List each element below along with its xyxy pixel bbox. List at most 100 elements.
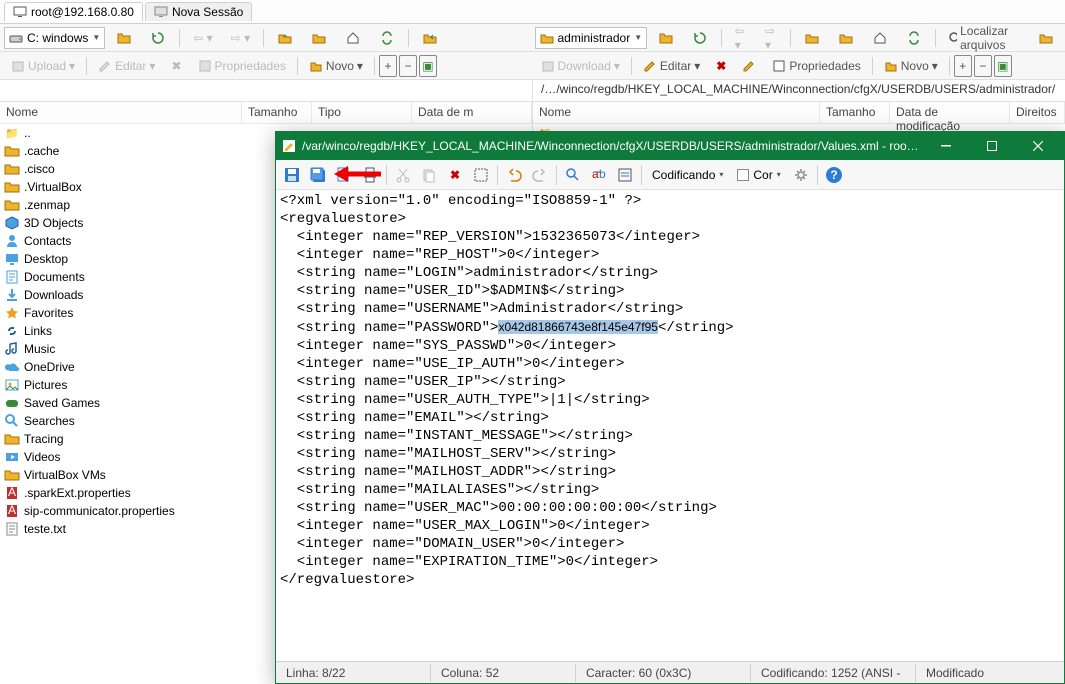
props-button-l[interactable]: Propriedades [191,55,293,77]
refresh-button[interactable] [143,27,173,49]
print-button[interactable] [358,163,382,187]
open-folder-button[interactable] [109,27,139,49]
reload-button[interactable] [332,163,356,187]
new-button-l[interactable]: Novo ▾ [302,55,370,77]
home-button-r[interactable] [865,27,895,49]
new-button-r[interactable]: Novo ▾ [877,55,945,77]
sync-button[interactable] [372,27,402,49]
gear-icon[interactable] [789,163,813,187]
session-tab-active[interactable]: root@192.168.0.80 [4,2,143,21]
copy-icon[interactable] [417,163,441,187]
close-button[interactable] [1018,132,1058,160]
goto-icon[interactable] [613,163,637,187]
undo-button[interactable] [502,163,526,187]
col-date[interactable]: Data de m [412,102,532,123]
editor-textarea[interactable]: <?xml version="1.0" encoding="ISO8859-1"… [276,190,1064,661]
minus-button-r[interactable]: − [974,55,992,77]
editor-title-text: /var/winco/regdb/HKEY_LOCAL_MACHINE/Winc… [302,139,920,153]
find-icon[interactable] [561,163,585,187]
left-path[interactable] [0,80,532,101]
nav-fwd-button[interactable]: ⇨ ▾ [224,27,257,49]
paste-icon[interactable]: ✖ [443,163,467,187]
minus-button-l[interactable]: − [399,55,417,77]
left-drive-combo[interactable]: C: windows ▼ [4,27,105,49]
cut-icon[interactable] [391,163,415,187]
edit-button-l[interactable]: Editar ▾ [91,55,162,77]
root-dir-button[interactable] [304,27,334,49]
nav-fwd-button-r[interactable]: ⇨ ▾ [758,27,784,49]
new-session-icon [154,5,168,19]
check-button-l[interactable]: ▣ [419,55,437,77]
redo-button[interactable] [528,163,552,187]
plus-button-r[interactable]: + [954,55,972,77]
right-drive-label: administrador [558,31,631,45]
editor-app-icon [282,139,296,153]
chevron-down-icon: ▾ [777,170,781,179]
col-rights-r[interactable]: Direitos [1010,102,1065,123]
col-name-r[interactable]: Nome [533,102,820,123]
props-button-r[interactable]: Propriedades [765,55,867,77]
new-label: Novo [326,59,354,73]
delete-button-l[interactable]: ✖ [164,55,188,77]
chevron-down-icon: ▼ [92,33,100,42]
status-encoding: Codificando: 1252 (ANSI - [751,664,916,682]
check-button-r[interactable]: ▣ [994,55,1012,77]
new-label-r: Novo [901,59,929,73]
open-folder-button-r[interactable] [651,27,681,49]
col-type[interactable]: Tipo [312,102,412,123]
encoding-dropdown[interactable]: Codificando ▾ [646,166,729,184]
col-size[interactable]: Tamanho [242,102,312,123]
download-label: Download [558,59,611,73]
editor-titlebar[interactable]: /var/winco/regdb/HKEY_LOCAL_MACHINE/Winc… [276,132,1064,160]
bookmark-button[interactable] [415,27,445,49]
color-dropdown[interactable]: Cor ▾ [731,166,786,184]
right-drive-combo[interactable]: administrador ▼ [535,27,648,49]
find-files-button[interactable]: Localizar arquivos [941,27,1027,49]
bookmark-button-r[interactable] [1031,27,1061,49]
home-button[interactable] [338,27,368,49]
sync-button-r[interactable] [899,27,929,49]
minimize-button[interactable] [926,132,966,160]
chevron-down-icon: ▾ [719,170,723,179]
screen-icon [13,5,27,19]
nav-back-button-r[interactable]: ⇦ ▾ [728,27,754,49]
folder-icon [540,31,554,45]
refresh-button-r[interactable] [685,27,715,49]
parent-dir-button[interactable] [270,27,300,49]
color-checkbox[interactable] [737,169,749,181]
action-bar: Upload ▾ Editar ▾ ✖ Propriedades Novo ▾ … [0,52,1065,80]
parent-dir-button-r[interactable] [797,27,827,49]
session-tabs: root@192.168.0.80 Nova Sessão [0,0,1065,24]
editor-toolbar: ✖ ab Codificando ▾ Cor ▾ ? [276,160,1064,190]
download-button[interactable]: Download ▾ [534,55,627,77]
edit-label-r: Editar [660,59,691,73]
select-all-icon[interactable] [469,163,493,187]
delete-button-r[interactable]: ✖ [709,55,733,77]
save-all-button[interactable] [306,163,330,187]
editor-window: /var/winco/regdb/HKEY_LOCAL_MACHINE/Winc… [275,131,1065,684]
replace-icon[interactable]: ab [587,163,611,187]
help-icon[interactable]: ? [822,163,846,187]
svg-text:A: A [8,485,16,499]
edit-label: Editar [115,59,146,73]
col-name[interactable]: Nome [0,102,242,123]
right-path[interactable]: /…/winco/regdb/HKEY_LOCAL_MACHINE/Wincon… [532,80,1065,101]
editor-statusbar: Linha: 8/22 Coluna: 52 Caracter: 60 (0x3… [276,661,1064,683]
session-tab-label: root@192.168.0.80 [31,5,134,19]
save-button[interactable] [280,163,304,187]
maximize-button[interactable] [972,132,1012,160]
edit-button-r[interactable]: Editar ▾ [636,55,707,77]
upload-button[interactable]: Upload ▾ [4,55,82,77]
svg-text:?: ? [830,168,837,182]
plus-button-l[interactable]: + [379,55,397,77]
col-size-r[interactable]: Tamanho [820,102,890,123]
new-session-tab[interactable]: Nova Sessão [145,2,252,21]
new-session-label: Nova Sessão [172,5,243,19]
col-date-r[interactable]: Data de modificação [890,102,1010,123]
path-bar: /…/winco/regdb/HKEY_LOCAL_MACHINE/Wincon… [0,80,1065,102]
rename-button-r[interactable] [735,55,763,77]
status-line: Linha: 8/22 [276,664,431,682]
nav-back-button[interactable]: ⇦ ▾ [186,27,219,49]
props-label-r: Propriedades [789,59,860,73]
root-dir-button-r[interactable] [831,27,861,49]
